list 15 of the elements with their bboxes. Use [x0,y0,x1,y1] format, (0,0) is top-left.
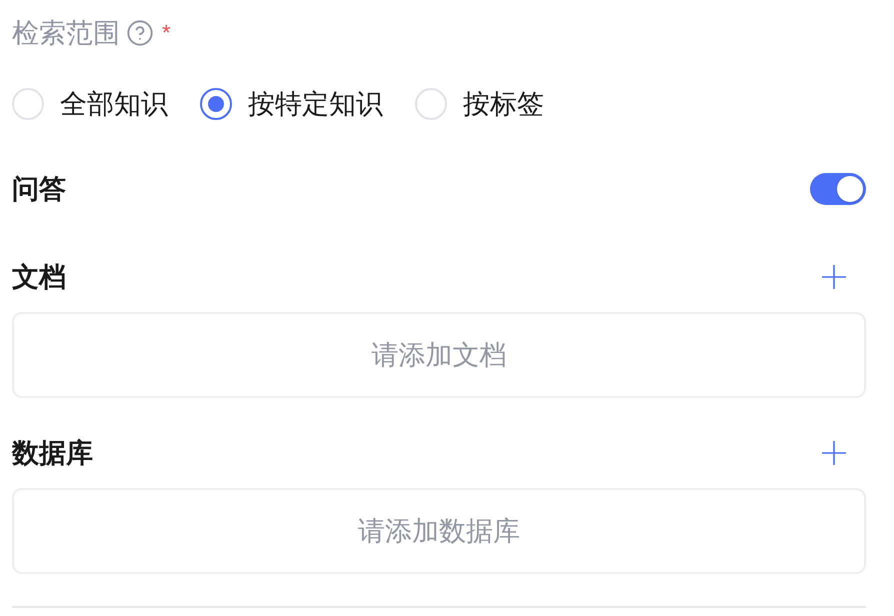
qa-label: 问答 [12,173,66,206]
toggle-switch[interactable] [810,173,866,205]
radio-label: 全部知识 [60,88,168,121]
plus-icon[interactable] [822,441,846,465]
radio-label: 按特定知识 [248,88,383,121]
radio-option[interactable]: 按特定知识 [200,87,383,121]
radio-label: 按标签 [463,88,544,121]
section-title: 文档 [12,261,66,294]
section-title: 数据库 [12,437,93,470]
plus-icon[interactable] [822,265,846,289]
field-label: 检索范围 [12,17,120,50]
required-mark: * [162,22,171,44]
help-icon[interactable] [126,19,154,47]
radio-option[interactable]: 全部知识 [12,87,168,121]
radio-option[interactable]: 按标签 [415,87,544,121]
